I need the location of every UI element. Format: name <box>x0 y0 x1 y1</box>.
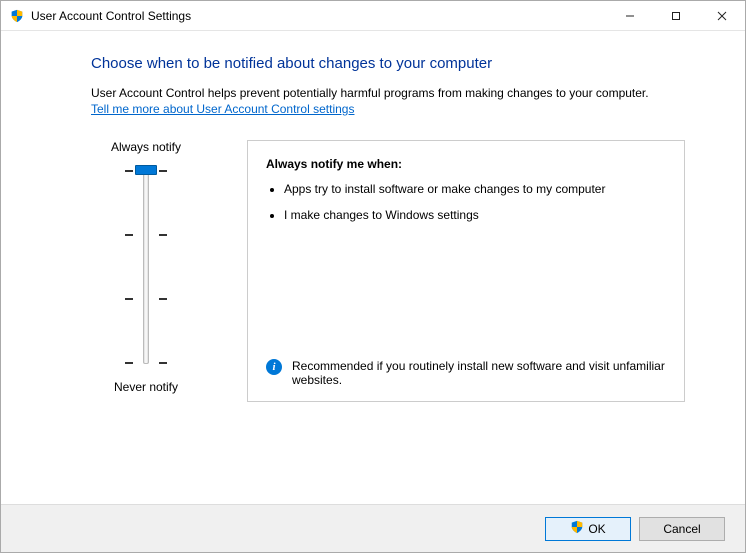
recommendation-row: i Recommended if you routinely install n… <box>266 349 666 387</box>
slider-thumb[interactable] <box>135 165 157 175</box>
shield-icon <box>9 8 25 24</box>
cancel-button-label: Cancel <box>663 522 700 536</box>
ok-button-label: OK <box>588 522 605 536</box>
window-title: User Account Control Settings <box>31 9 191 23</box>
info-panel-list: Apps try to install software or make cha… <box>266 181 666 233</box>
minimize-button[interactable] <box>607 1 653 30</box>
window-controls <box>607 1 745 30</box>
ok-button[interactable]: OK <box>545 517 631 541</box>
content-area: Choose when to be notified about changes… <box>1 31 745 504</box>
shield-icon <box>570 520 584 537</box>
page-description: User Account Control helps prevent poten… <box>91 86 685 100</box>
list-item: Apps try to install software or make cha… <box>284 181 666 197</box>
maximize-button[interactable] <box>653 1 699 30</box>
list-item: I make changes to Windows settings <box>284 207 666 223</box>
learn-more-link[interactable]: Tell me more about User Account Control … <box>91 102 354 116</box>
close-button[interactable] <box>699 1 745 30</box>
slider-label-top: Always notify <box>111 140 181 154</box>
slider-tick <box>121 362 171 363</box>
titlebar: User Account Control Settings <box>1 1 745 31</box>
info-icon: i <box>266 359 282 375</box>
slider-tick <box>121 234 171 235</box>
cancel-button[interactable]: Cancel <box>639 517 725 541</box>
notification-slider: Always notify Never notify <box>91 140 201 402</box>
info-panel-title: Always notify me when: <box>266 157 666 171</box>
info-panel: Always notify me when: Apps try to insta… <box>247 140 685 402</box>
slider-label-bottom: Never notify <box>114 380 178 394</box>
recommendation-text: Recommended if you routinely install new… <box>292 359 666 387</box>
slider-tick <box>121 298 171 299</box>
slider-track[interactable] <box>121 162 171 372</box>
slider-rail <box>143 170 149 364</box>
dialog-footer: OK Cancel <box>1 504 745 552</box>
uac-settings-window: User Account Control Settings Choose whe… <box>0 0 746 553</box>
page-heading: Choose when to be notified about changes… <box>91 55 685 72</box>
body-row: Always notify Never notify Always notify… <box>91 140 685 402</box>
